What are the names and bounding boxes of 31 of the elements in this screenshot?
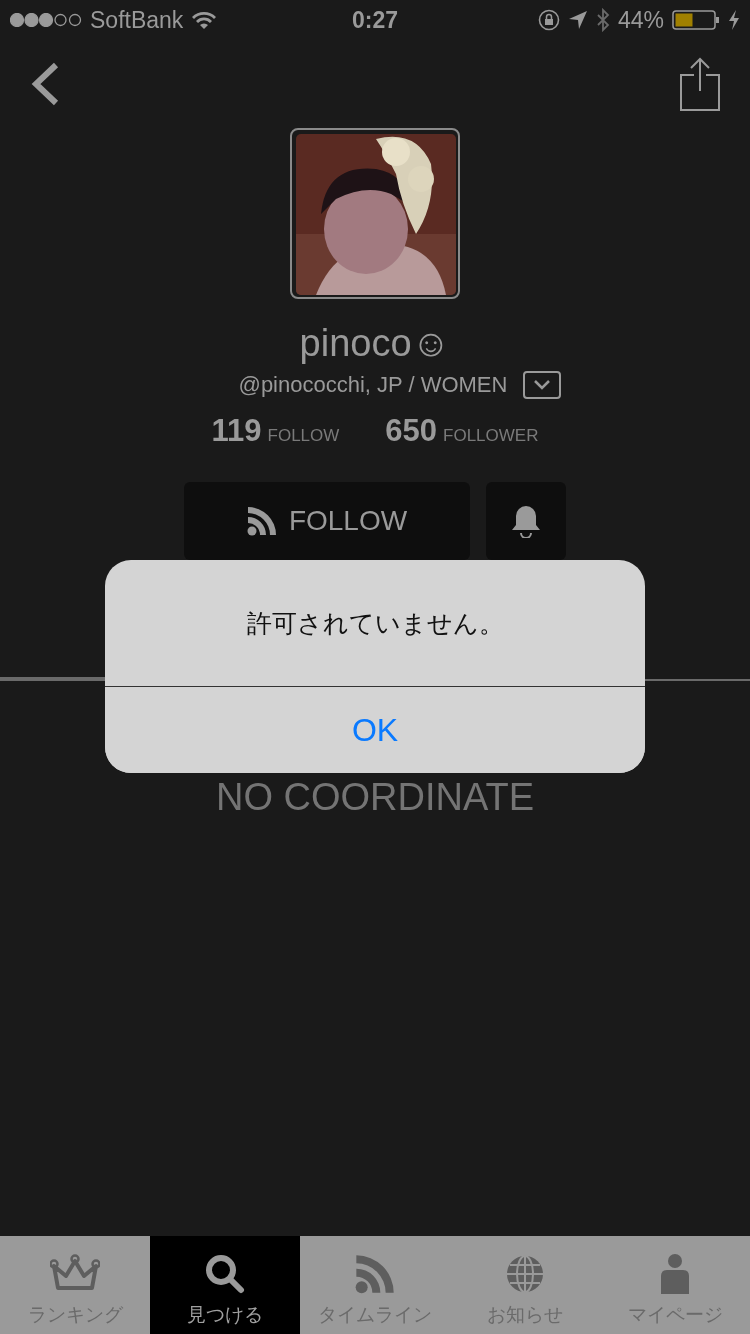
- chevron-down-icon: [534, 380, 551, 390]
- stat-label: FOLLOW: [267, 426, 340, 446]
- globe-icon: [505, 1254, 545, 1294]
- carrier-name: SoftBank: [90, 6, 184, 34]
- notification-button[interactable]: [486, 482, 566, 560]
- feed-icon: [246, 506, 277, 536]
- share-icon[interactable]: [680, 57, 720, 111]
- stat-count: 119: [211, 413, 262, 449]
- location-icon: [567, 10, 588, 30]
- charging-icon: [728, 10, 740, 30]
- back-icon[interactable]: [30, 62, 60, 106]
- profile-name: pinoco☺: [299, 321, 451, 365]
- person-icon: [658, 1254, 692, 1294]
- status-time: 0:27: [351, 6, 398, 33]
- empty-message: NO COORDINATE: [215, 775, 535, 819]
- dropdown-button[interactable]: [523, 371, 562, 399]
- bell-icon: [510, 504, 542, 538]
- profile-handle: @pinococchi, JP / WOMEN: [238, 372, 508, 398]
- rotation-lock-icon: [537, 9, 560, 31]
- bluetooth-icon: [595, 8, 610, 32]
- alert-message: 許可されていません。: [246, 607, 504, 639]
- stat-label: FOLLOWER: [443, 426, 539, 446]
- stat-count: 650: [385, 413, 438, 449]
- search-icon: [205, 1254, 245, 1294]
- tab-bar-item[interactable]: 見つける: [150, 1236, 300, 1334]
- follow-button[interactable]: FOLLOW: [184, 482, 470, 560]
- feed-icon: [355, 1254, 395, 1294]
- signal-icon: [10, 13, 82, 27]
- wifi-icon: [191, 10, 218, 30]
- battery-icon: [672, 10, 720, 30]
- battery-percent: 44%: [617, 6, 664, 34]
